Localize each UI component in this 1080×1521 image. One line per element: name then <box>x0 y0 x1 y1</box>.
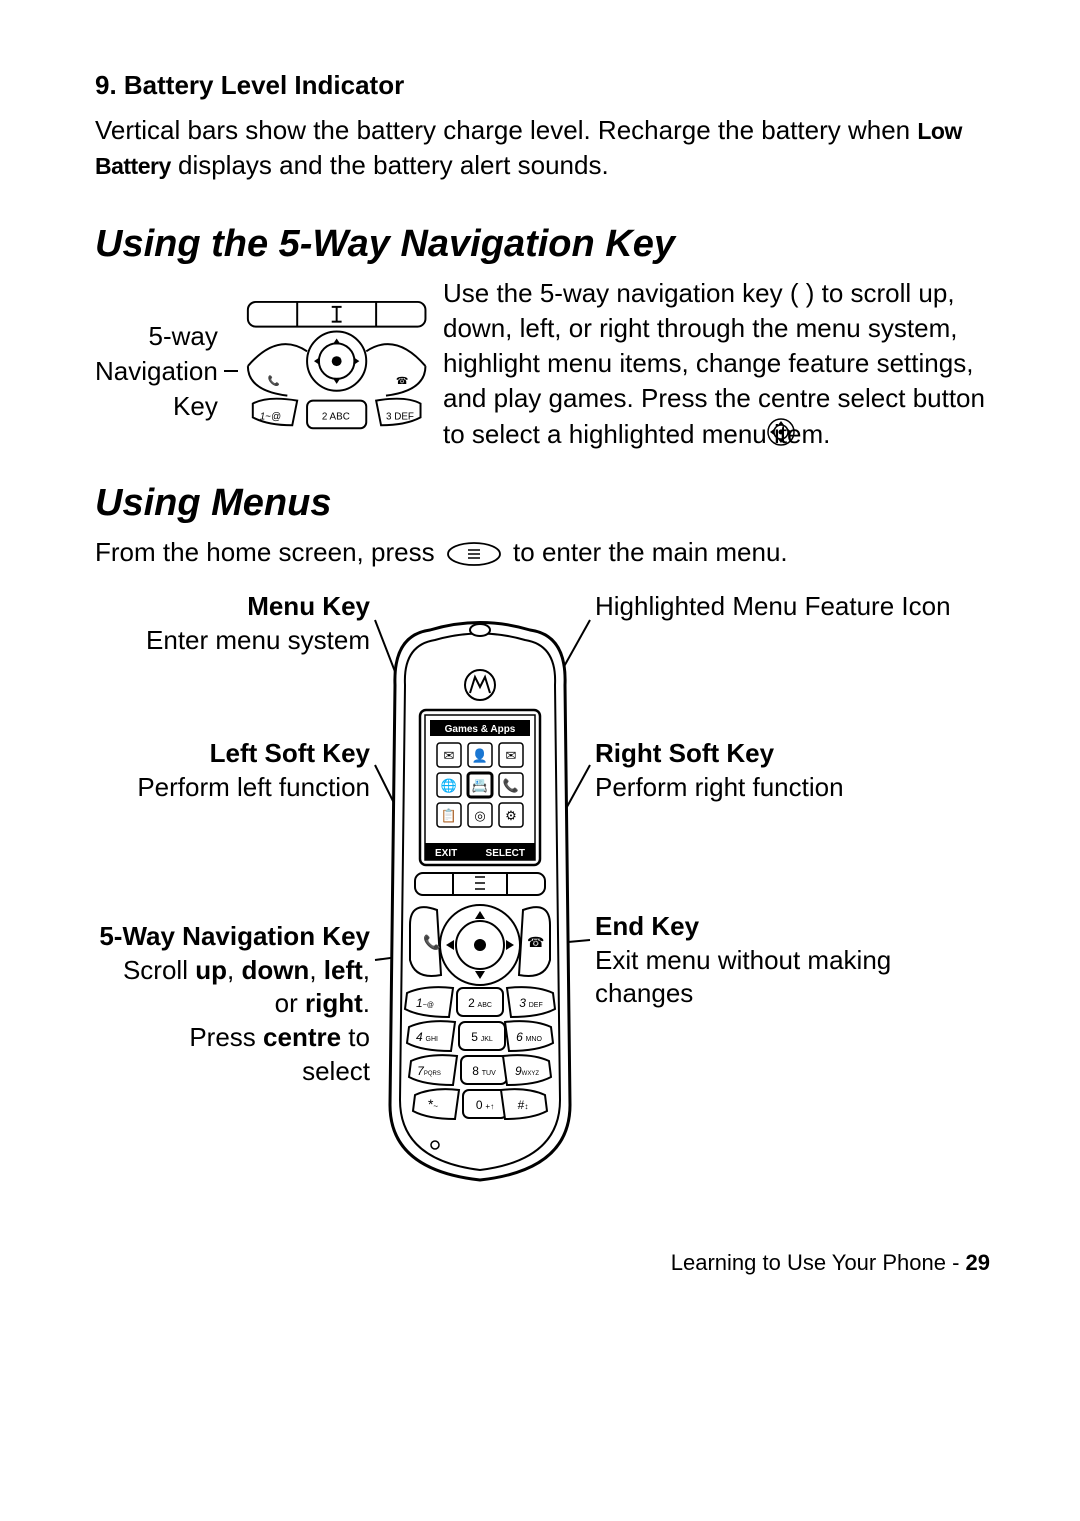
svg-text:✉: ✉ <box>444 748 455 763</box>
menus-heading: Using Menus <box>95 482 990 525</box>
svg-text:📞: 📞 <box>503 777 520 793</box>
footer-page: 29 <box>966 1250 990 1275</box>
body-pre: Vertical bars show the battery charge le… <box>95 115 917 145</box>
menus-intro-post: to enter the main menu. <box>513 537 788 567</box>
menu-key-icon <box>446 541 502 567</box>
nav-key-label: 5-way Navigation Key <box>95 319 218 424</box>
nav-label-1: 5-way <box>149 321 218 351</box>
svg-text:📇: 📇 <box>472 778 488 793</box>
phone-illustration: Games & Apps ✉ 👤 ✉ 🌐 📇 <box>95 590 995 1190</box>
nav-pointer-line <box>224 351 238 391</box>
svg-text:👤: 👤 <box>472 748 488 763</box>
nav-paragraph: Use the 5-way navigation key ( ) to scro… <box>435 276 990 451</box>
section-9-body: Vertical bars show the battery charge le… <box>95 113 990 183</box>
svg-text:🌐: 🌐 <box>441 778 457 793</box>
nav-para-text: Use the 5-way navigation key ( ) to scro… <box>443 278 985 448</box>
svg-text:✉: ✉ <box>506 748 517 763</box>
svg-text:⚙: ⚙ <box>505 808 517 823</box>
menus-intro-pre: From the home screen, press <box>95 537 442 567</box>
svg-text:EXIT: EXIT <box>435 848 457 859</box>
nav-heading: Using the 5-Way Navigation Key <box>95 223 990 266</box>
page-footer: Learning to Use Your Phone - 29 <box>95 1250 990 1276</box>
svg-text:3 DEF: 3 DEF <box>386 412 414 423</box>
svg-text:📞: 📞 <box>267 374 280 387</box>
svg-text:Games & Apps: Games & Apps <box>445 724 516 735</box>
menus-intro: From the home screen, press to enter the… <box>95 535 990 570</box>
phone-diagram: Menu Key Enter menu system Left Soft Key… <box>95 590 990 1190</box>
svg-text:☎: ☎ <box>396 376 408 387</box>
svg-text:SELECT: SELECT <box>486 848 525 859</box>
nav-key-icon <box>765 416 797 448</box>
nav-label-2: Navigation <box>95 356 218 386</box>
nav-block: 5-way Navigation Key <box>95 276 990 451</box>
nav-left: 5-way Navigation Key <box>95 276 435 446</box>
svg-text:☎: ☎ <box>527 934 544 950</box>
nav-label-3: Key <box>173 391 218 421</box>
svg-text:📋: 📋 <box>441 808 457 823</box>
footer-text: Learning to Use Your Phone - <box>671 1250 966 1275</box>
body-post: displays and the battery alert sounds. <box>171 150 609 180</box>
svg-text:📞: 📞 <box>423 933 441 951</box>
svg-text:◎: ◎ <box>474 808 485 823</box>
svg-text:1~@: 1~@ <box>259 412 280 423</box>
svg-text:2 ABC: 2 ABC <box>322 412 350 423</box>
nav-keypad-illustration: 📞 ☎ 1~@ 2 ABC 3 DEF <box>238 296 435 446</box>
section-9-heading: 9. Battery Level Indicator <box>95 70 990 101</box>
